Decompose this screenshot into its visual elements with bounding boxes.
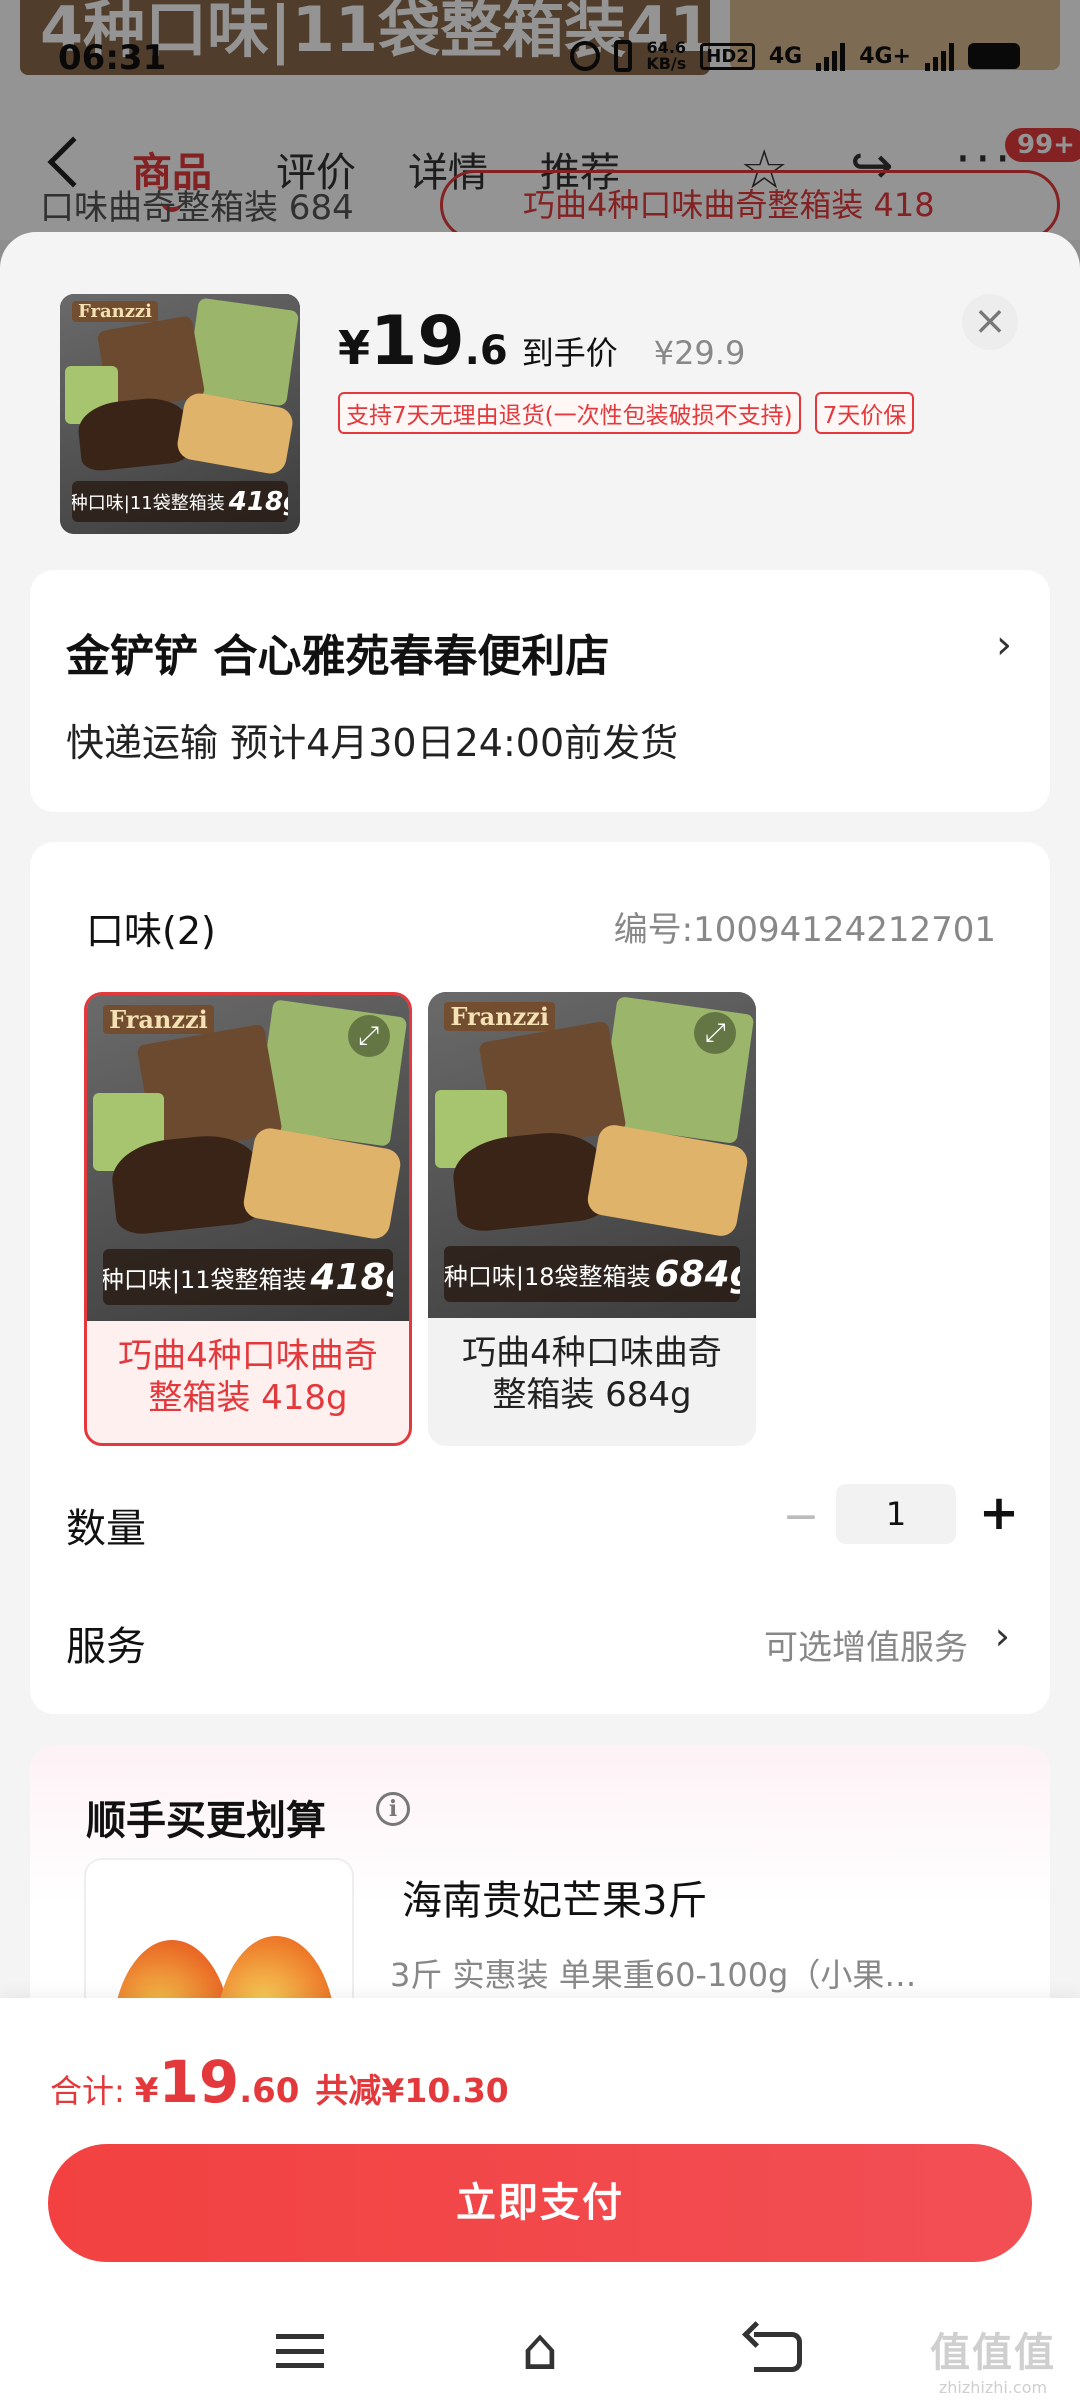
service-promises: 支持7天无理由退货(一次性包装破损不支持) 7天价保 xyxy=(338,392,915,434)
caption-weight: 418g xyxy=(228,486,288,517)
total-integer: 19 xyxy=(158,2048,240,2116)
flavor-title: 口味(2) xyxy=(86,909,216,953)
shipping-info: 快递运输 预计4月30日24:00前发货 xyxy=(66,721,679,765)
total-row: 合计: ¥ 19 .60 共减¥10.30 xyxy=(50,2048,509,2116)
product-image-caption: 4种口味|11袋整箱装418g xyxy=(72,481,288,522)
expand-icon[interactable]: ⤢ xyxy=(347,1014,390,1057)
bundle-item-name[interactable]: 海南贵妃芒果3斤 xyxy=(402,1868,707,1926)
home-icon[interactable]: ⌂ xyxy=(510,2320,570,2378)
price-symbol: ¥ xyxy=(338,321,371,375)
quantity-label: 数量 xyxy=(66,1506,146,1552)
brand-logo: Franzzi xyxy=(103,1004,214,1034)
expand-icon[interactable]: ⤢ xyxy=(694,1011,737,1054)
bundle-title: 顺手买更划算 xyxy=(86,1798,326,1844)
option-image-caption: 4种口味|11袋整箱装418g xyxy=(103,1249,393,1305)
return-policy-badge: 支持7天无理由退货(一次性包装破损不支持) xyxy=(338,392,801,434)
quantity-plus-button[interactable]: + xyxy=(974,1488,1024,1538)
watermark-mark: 值值值 xyxy=(930,2330,1056,2376)
close-button[interactable]: × xyxy=(962,294,1018,350)
price-tag: 到手价 xyxy=(521,334,618,372)
caption-text: 4种口味|11袋整箱装 xyxy=(72,492,225,514)
product-thumbnail[interactable]: Franzzi 4种口味|11袋整箱装418g xyxy=(60,294,300,534)
quantity-input[interactable]: 1 xyxy=(836,1484,956,1544)
price-integer: 19 xyxy=(370,302,465,381)
option-label: 巧曲4种口味曲奇整箱装 418g xyxy=(118,1336,378,1418)
caption-weight: 684g xyxy=(654,1253,740,1295)
info-icon[interactable]: i xyxy=(376,1792,410,1826)
shop-card[interactable]: 金铲铲 合心雅苑春春便利店 › 快递运输 预计4月30日24:00前发货 xyxy=(30,570,1050,812)
discount-amount: 共减¥10.30 xyxy=(315,2071,509,2110)
price-row: ¥ 19 .6 到手价 ¥29.9 xyxy=(338,302,745,381)
pay-now-button[interactable]: 立即支付 xyxy=(48,2144,1032,2262)
original-price: ¥29.9 xyxy=(653,334,746,372)
option-label: 巧曲4种口味曲奇整箱装 684g xyxy=(462,1333,722,1415)
back-nav-icon[interactable] xyxy=(754,2332,802,2372)
brand-logo: Franzzi xyxy=(72,301,158,323)
flavor-option-418g[interactable]: Franzzi ⤢ 4种口味|11袋整箱装418g 巧曲4种口味曲奇整箱装 41… xyxy=(84,992,412,1446)
brand-logo: Franzzi xyxy=(444,1001,556,1031)
price-protect-badge: 7天价保 xyxy=(814,392,915,434)
option-image: Franzzi ⤢ 4种口味|18袋整箱装684g xyxy=(428,992,756,1318)
service-value[interactable]: 可选增值服务 xyxy=(764,1620,968,1669)
caption-text: 4种口味|11袋整箱装 xyxy=(103,1265,307,1294)
chevron-right-icon[interactable]: › xyxy=(995,1614,1010,1658)
product-code: 编号:10094124212701 xyxy=(613,910,996,950)
total-decimal: .60 xyxy=(239,2071,300,2111)
shop-name: 金铲铲 合心雅苑春春便利店 xyxy=(66,631,610,682)
watermark: 值值值 zhizhizhi.com xyxy=(918,2320,1068,2397)
watermark-text: zhizhizhi.com xyxy=(938,2378,1048,2397)
chevron-right-icon: › xyxy=(996,622,1012,668)
total-label: 合计: xyxy=(50,2072,125,2110)
spec-card: 口味(2) 编号:10094124212701 Franzzi ⤢ 4种口味|1… xyxy=(30,842,1050,1714)
caption-text: 4种口味|18袋整箱装 xyxy=(444,1262,651,1291)
option-image-caption: 4种口味|18袋整箱装684g xyxy=(444,1246,740,1302)
menu-icon[interactable] xyxy=(276,2334,324,2368)
product-header: Franzzi 4种口味|11袋整箱装418g ¥ 19 .6 到手价 ¥29.… xyxy=(0,232,1080,562)
price-decimal: .6 xyxy=(464,328,508,374)
flavor-option-684g[interactable]: Franzzi ⤢ 4种口味|18袋整箱装684g 巧曲4种口味曲奇整箱装 68… xyxy=(428,992,756,1446)
product-image: Franzzi 4种口味|11袋整箱装418g xyxy=(60,294,300,534)
total-symbol: ¥ xyxy=(134,2071,159,2111)
quantity-minus-button[interactable]: − xyxy=(776,1492,826,1542)
service-label: 服务 xyxy=(66,1624,146,1670)
caption-weight: 418g xyxy=(310,1256,393,1298)
bundle-item-desc: 3斤 实惠装 单果重60-100g（小果… xyxy=(390,1956,917,1994)
option-image: Franzzi ⤢ 4种口味|11袋整箱装418g xyxy=(87,995,409,1321)
